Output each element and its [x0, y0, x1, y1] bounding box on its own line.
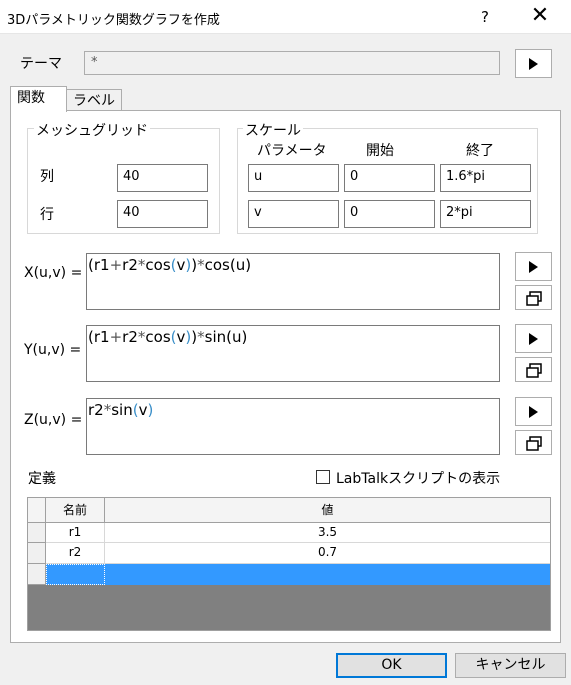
- z-function-editor[interactable]: r2*sin(v): [86, 398, 500, 455]
- column-header-name[interactable]: 名前: [46, 498, 105, 523]
- labtalk-checkbox[interactable]: [316, 470, 330, 484]
- z-function-expand-button[interactable]: [515, 430, 552, 455]
- y-function-editor[interactable]: (r1+r2*cos(v))*sin(u): [86, 325, 500, 382]
- x-function-label: X(u,v) =: [24, 265, 83, 281]
- y-function-label: Y(u,v) =: [24, 342, 82, 358]
- columns-label: 列: [40, 169, 54, 185]
- grid-cell-name[interactable]: r1: [46, 523, 105, 543]
- title-bar: 3Dパラメトリック関数グラフを作成 ? ✕: [0, 0, 571, 34]
- grid-cell-value[interactable]: 0.7: [105, 543, 550, 564]
- play-arrow-icon: [529, 332, 538, 345]
- theme-field[interactable]: *: [84, 51, 500, 75]
- definitions-grid[interactable]: 名前 値 r1 3.5 r2 0.7: [27, 497, 551, 631]
- play-arrow-icon: [529, 57, 538, 70]
- help-button[interactable]: ?: [470, 3, 500, 31]
- window-title: 3Dパラメトリック関数グラフを作成: [7, 13, 220, 28]
- z-function-menu-button[interactable]: [515, 397, 552, 426]
- end-header: 終了: [466, 143, 494, 159]
- start-header: 開始: [366, 143, 394, 159]
- param-header: パラメータ: [257, 143, 327, 159]
- z-function-label: Z(u,v) =: [24, 412, 83, 428]
- scale-title: スケール: [243, 120, 303, 140]
- rows-input[interactable]: 40: [117, 200, 208, 228]
- rows-label: 行: [40, 207, 54, 223]
- x-function-menu-button[interactable]: [515, 252, 552, 281]
- theme-menu-button[interactable]: [515, 49, 552, 78]
- tab-function[interactable]: 関数: [10, 86, 67, 112]
- theme-label: テーマ: [20, 56, 62, 72]
- definitions-label: 定義: [28, 471, 56, 487]
- u-end-input[interactable]: 1.6*pi: [440, 164, 531, 192]
- ok-button[interactable]: OK: [336, 653, 447, 678]
- grid-corner: [28, 498, 46, 523]
- param-u-input[interactable]: u: [248, 164, 339, 192]
- param-v-input[interactable]: v: [248, 200, 339, 228]
- windows-icon: [526, 291, 542, 306]
- grid-cell-value-new[interactable]: [105, 564, 550, 585]
- grid-cell-value[interactable]: 3.5: [105, 523, 550, 543]
- u-start-input[interactable]: 0: [344, 164, 435, 192]
- close-button[interactable]: ✕: [522, 3, 558, 31]
- x-function-editor[interactable]: (r1+r2*cos(v))*cos(u): [86, 253, 500, 310]
- mesh-grid-title: メッシュグリッド: [34, 120, 150, 140]
- play-arrow-icon: [529, 405, 538, 418]
- y-function-expand-button[interactable]: [515, 357, 552, 382]
- column-header-value[interactable]: 値: [105, 498, 550, 523]
- columns-input[interactable]: 40: [117, 164, 208, 192]
- labtalk-checkbox-label[interactable]: LabTalkスクリプトの表示: [336, 468, 500, 488]
- cancel-button[interactable]: キャンセル: [455, 653, 566, 678]
- grid-cell-name-new[interactable]: [46, 564, 105, 585]
- grid-cell-name[interactable]: r2: [46, 543, 105, 564]
- y-function-menu-button[interactable]: [515, 324, 552, 353]
- windows-icon: [526, 363, 542, 378]
- x-function-expand-button[interactable]: [515, 285, 552, 310]
- play-arrow-icon: [529, 260, 538, 273]
- row-header[interactable]: [28, 564, 46, 585]
- v-start-input[interactable]: 0: [344, 200, 435, 228]
- row-header[interactable]: [28, 543, 46, 564]
- row-header[interactable]: [28, 523, 46, 543]
- windows-icon: [526, 436, 542, 451]
- v-end-input[interactable]: 2*pi: [440, 200, 531, 228]
